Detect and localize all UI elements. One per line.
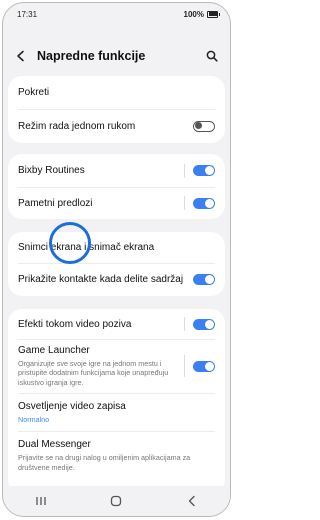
setting-dual-messenger[interactable]: Dual Messenger Prijavite se na drugi nal…: [8, 431, 225, 475]
video-call-effects-toggle[interactable]: [193, 318, 215, 330]
setting-pokreti-label: Pokreti: [18, 87, 50, 98]
setting-video-brightness[interactable]: Osvetljenje video zapisa Normalno: [8, 393, 225, 431]
settings-group-2: Bixby Routines Pametni predlozi: [8, 154, 225, 219]
setting-bixby-label: Bixby Routines: [18, 165, 85, 176]
setting-screenshots[interactable]: Snimci ekrana i snimač ekrana: [8, 232, 225, 263]
home-button[interactable]: [101, 489, 131, 513]
setting-bixby-routines[interactable]: Bixby Routines: [8, 154, 225, 187]
battery-percent: 100%: [183, 9, 204, 19]
video-brightness-title: Osvetljenje video zapisa: [18, 400, 126, 412]
status-right: 100%: [183, 9, 220, 19]
back-arrow-icon: [17, 50, 24, 62]
video-brightness-text: Osvetljenje video zapisa Normalno: [18, 401, 215, 424]
game-launcher-text: Game Launcher Organizujte sve svoje igre…: [18, 345, 176, 388]
dual-messenger-desc: Prijavite se na drugi nalog u omiljenim …: [18, 453, 191, 472]
setting-video-effects-label: Efekti tokom video poziva: [18, 318, 132, 330]
game-launcher-toggle[interactable]: [193, 360, 215, 372]
setting-suggestions-label: Pametni predlozi: [18, 197, 93, 209]
bixby-routines-toggle[interactable]: [193, 165, 215, 176]
search-icon: [206, 50, 218, 62]
one-hand-mode-toggle[interactable]: [193, 120, 215, 132]
dual-messenger-title: Dual Messenger: [18, 439, 91, 450]
setting-one-hand-mode[interactable]: Režim rada jednom rukom: [8, 109, 225, 143]
home-icon: [111, 495, 122, 507]
dual-messenger-text: Dual Messenger Prijavite se na drugi nal…: [18, 439, 215, 472]
setting-smart-suggestions[interactable]: Pametni predlozi: [8, 187, 225, 219]
setting-show-contacts[interactable]: Prikažite kontakte kada delite sadržaj: [8, 263, 225, 296]
nav-back-button[interactable]: [177, 489, 207, 513]
recents-icon: [36, 497, 46, 505]
settings-group-1: Pokreti Režim rada jednom rukom: [8, 76, 225, 143]
phone-screen: 17:31 100% Napredne funkcije Pokreti Rež…: [2, 2, 231, 517]
app-bar: Napredne funkcije: [3, 41, 230, 71]
game-launcher-title: Game Launcher: [18, 344, 90, 356]
game-launcher-desc: Organizujte sve svoje igre na jednom mes…: [18, 358, 169, 387]
status-bar: 17:31 100%: [3, 3, 230, 25]
tap-indicator: [49, 222, 91, 264]
setting-one-hand-mode-label: Režim rada jednom rukom: [18, 120, 136, 132]
setting-contacts-label: Prikažite kontakte kada delite sadržaj: [18, 274, 184, 285]
setting-pokreti[interactable]: Pokreti: [8, 76, 225, 109]
video-brightness-value: Normalno: [18, 414, 50, 424]
setting-video-call-effects[interactable]: Efekti tokom video poziva: [8, 309, 225, 339]
show-contacts-toggle[interactable]: [193, 274, 215, 285]
battery-icon: [207, 10, 220, 18]
search-button[interactable]: [200, 44, 224, 68]
settings-group-4: Efekti tokom video poziva Game Launcher …: [8, 309, 225, 494]
navigation-bar: [3, 486, 230, 516]
smart-suggestions-toggle[interactable]: [193, 197, 215, 209]
setting-game-launcher[interactable]: Game Launcher Organizujte sve svoje igre…: [8, 339, 225, 393]
status-time: 17:31: [17, 9, 38, 19]
nav-back-icon: [188, 495, 195, 507]
settings-group-3: Snimci ekrana i snimač ekrana Prikažite …: [8, 232, 225, 296]
setting-screenshots-label: Snimci ekrana i snimač ekrana: [18, 242, 155, 253]
page-title: Napredne funkcije: [37, 49, 146, 63]
back-button[interactable]: [9, 44, 33, 68]
recents-button[interactable]: [26, 489, 56, 513]
